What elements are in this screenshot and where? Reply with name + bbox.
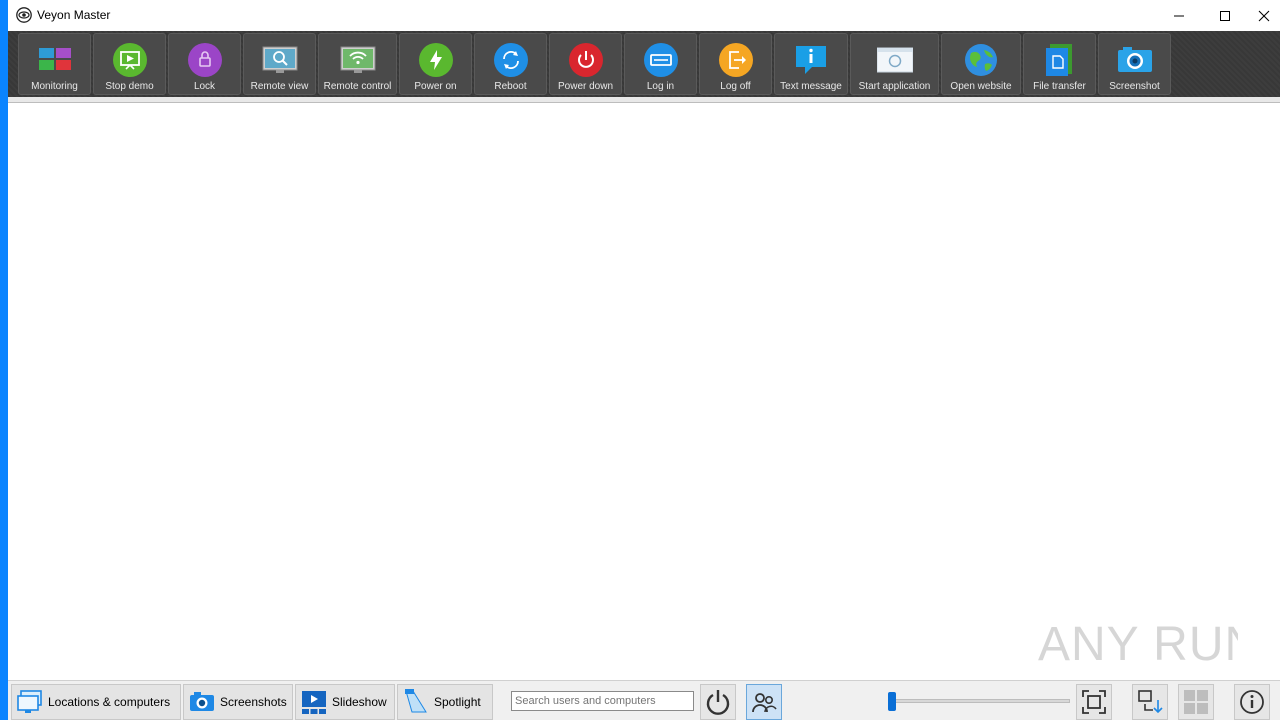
users-toggle-button[interactable] (746, 684, 782, 720)
title-bar: Veyon Master (8, 0, 1280, 31)
tab-slideshow[interactable]: Slideshow (295, 684, 395, 720)
log-off-button[interactable]: Log off (699, 33, 772, 95)
grid-view-button[interactable] (1178, 684, 1214, 720)
power-on-label: Power on (414, 81, 457, 92)
log-off-icon (718, 43, 753, 77)
screenshot-button[interactable]: Screenshot (1098, 33, 1171, 95)
anyrun-logo: ANY RUN (1038, 618, 1259, 671)
monitoring-icon (38, 48, 71, 70)
remote-control-icon (340, 46, 375, 73)
close-icon (1258, 10, 1270, 21)
demo-icon (112, 43, 147, 77)
spotlight-icon (405, 689, 427, 713)
log-off-label: Log off (720, 81, 751, 92)
file-transfer-label: File transfer (1033, 81, 1086, 92)
file-transfer-icon (1045, 44, 1072, 76)
users-icon (752, 693, 777, 713)
text-message-label: Text message (780, 81, 842, 92)
slideshow-icon (302, 691, 326, 714)
tab-screenshots[interactable]: Screenshots (183, 684, 293, 720)
power-down-label: Power down (557, 81, 614, 92)
log-in-button[interactable]: Log in (624, 33, 697, 95)
remote-view-button[interactable]: Remote view (243, 33, 316, 95)
minimize-button[interactable] (1156, 0, 1202, 31)
power-icon (706, 690, 730, 715)
text-message-icon (796, 46, 826, 74)
power-on-button[interactable]: Power on (399, 33, 472, 95)
stop-demo-button[interactable]: Stop demo (93, 33, 166, 95)
zoom-slider-track[interactable] (888, 699, 1070, 703)
lock-icon (187, 43, 222, 77)
computer-monitoring-area[interactable] (8, 104, 1280, 680)
remote-view-label: Remote view (250, 81, 309, 92)
maximize-icon (1220, 10, 1230, 21)
main-window: Veyon Master Monitoring Stop demo Lock R… (8, 0, 1280, 720)
lock-label: Lock (193, 81, 216, 92)
search-input[interactable] (511, 691, 694, 711)
zoom-slider-handle[interactable] (888, 692, 896, 711)
arrange-icon (1138, 690, 1163, 714)
text-message-button[interactable]: Text message (774, 33, 848, 95)
grid-icon (1184, 690, 1208, 714)
remote-control-label: Remote control (323, 81, 392, 92)
open-website-label: Open website (950, 81, 1012, 92)
monitoring-button[interactable]: Monitoring (18, 33, 91, 95)
veyon-eye-icon (16, 7, 32, 23)
tab-slideshow-label: Slideshow (332, 695, 387, 709)
feature-toolbar: Monitoring Stop demo Lock Remote view Re… (8, 31, 1280, 97)
remote-view-icon (262, 46, 297, 73)
remote-control-button[interactable]: Remote control (318, 33, 397, 95)
desktop-accent-strip (0, 0, 8, 720)
tab-spotlight[interactable]: Spotlight (397, 684, 493, 720)
power-down-icon (568, 43, 603, 77)
watermark: ANY RUN (1038, 608, 1259, 690)
about-button[interactable] (1234, 684, 1270, 720)
info-icon (1240, 690, 1264, 714)
start-application-label: Start application (858, 81, 931, 92)
tab-screenshots-label: Screenshots (220, 695, 287, 709)
reboot-icon (493, 43, 528, 77)
start-application-icon (876, 47, 913, 73)
tab-locations-computers[interactable]: Locations & computers (11, 684, 181, 720)
monitoring-label: Monitoring (31, 81, 78, 92)
stop-demo-label: Stop demo (105, 81, 154, 92)
watermark-text-left: ANY RUN (1038, 618, 1238, 671)
fit-view-button[interactable] (1076, 684, 1112, 720)
log-in-label: Log in (646, 81, 675, 92)
auto-arrange-button[interactable] (1132, 684, 1168, 720)
camera-icon (190, 692, 214, 711)
window-title: Veyon Master (37, 8, 111, 22)
open-website-button[interactable]: Open website (941, 33, 1021, 95)
screenshot-icon (1117, 47, 1152, 72)
monitor-icon (17, 690, 42, 713)
close-button[interactable] (1248, 0, 1280, 31)
power-on-icon (418, 43, 453, 77)
start-application-button[interactable]: Start application (850, 33, 939, 95)
power-down-button[interactable]: Power down (549, 33, 622, 95)
reboot-button[interactable]: Reboot (474, 33, 547, 95)
screenshot-label: Screenshot (1109, 81, 1160, 92)
power-toggle-button[interactable] (700, 684, 736, 720)
file-transfer-button[interactable]: File transfer (1023, 33, 1096, 95)
tab-spotlight-label: Spotlight (434, 695, 481, 709)
minimize-icon (1174, 15, 1184, 16)
maximize-button[interactable] (1202, 0, 1248, 31)
lock-button[interactable]: Lock (168, 33, 241, 95)
toolbar-separator (8, 97, 1280, 103)
reboot-label: Reboot (494, 81, 527, 92)
open-website-icon (965, 44, 997, 76)
tab-locations-computers-label: Locations & computers (48, 695, 171, 709)
fit-to-window-icon (1082, 690, 1106, 714)
log-in-icon (643, 43, 678, 77)
